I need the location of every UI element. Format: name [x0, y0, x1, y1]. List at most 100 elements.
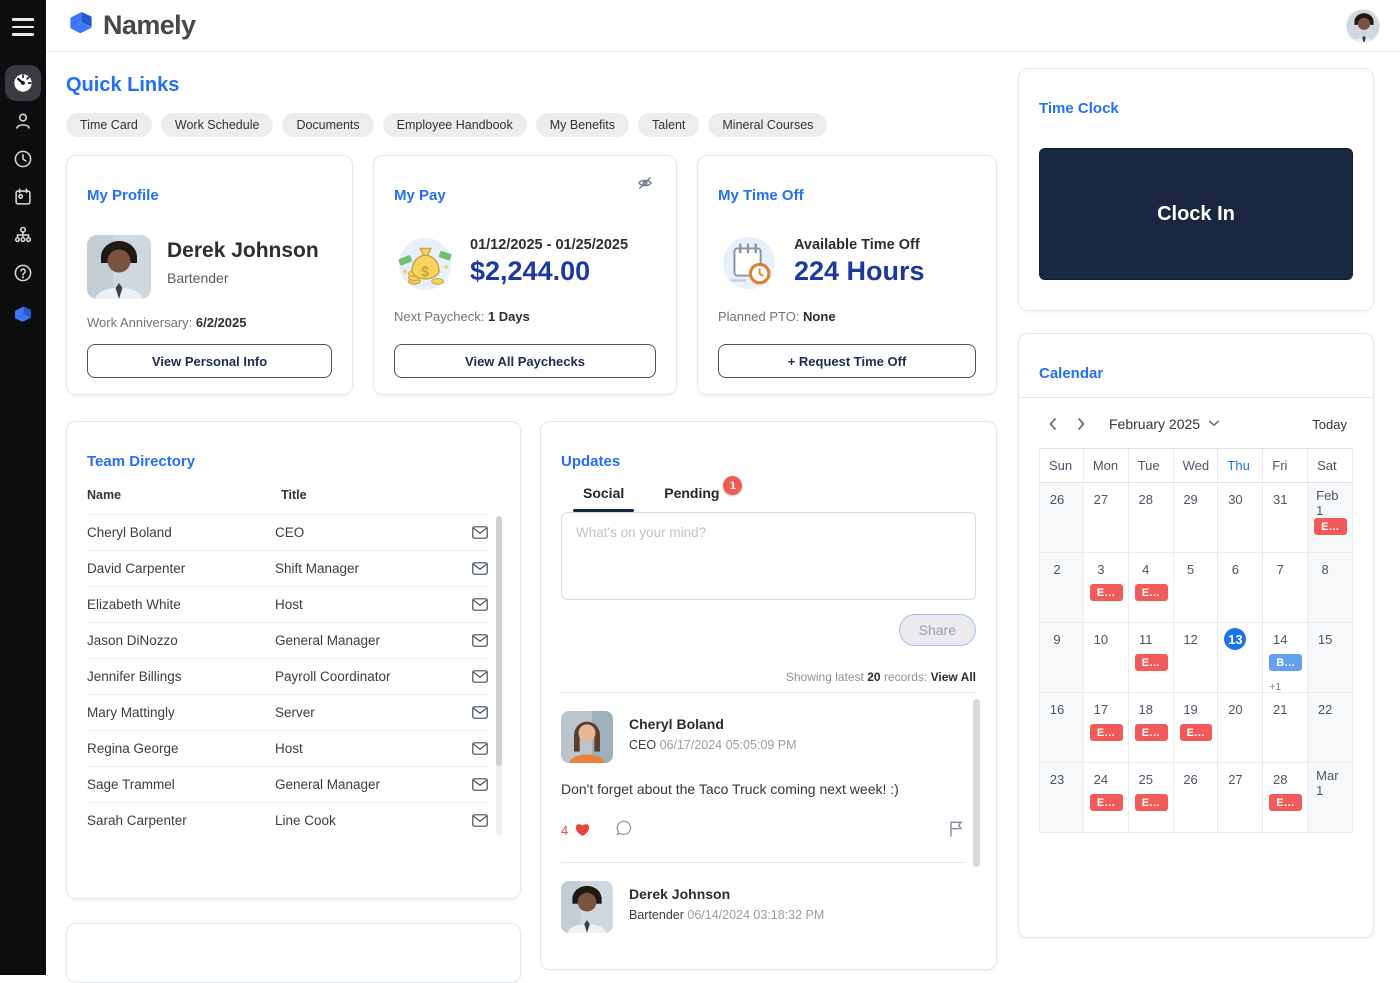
sidebar-item-org[interactable] — [5, 217, 41, 253]
post-composer-input[interactable] — [561, 512, 976, 600]
calendar-day-cell[interactable]: 22 — [1308, 693, 1353, 763]
calendar-day-cell[interactable]: 25 Event — [1128, 763, 1174, 833]
clock-in-button[interactable]: Clock In — [1039, 148, 1353, 280]
calendar-day-cell[interactable]: 20 — [1218, 693, 1264, 763]
post-author-avatar[interactable] — [561, 711, 613, 763]
calendar-day-cell[interactable]: 27 — [1083, 483, 1129, 553]
view-all-link[interactable]: View All — [931, 670, 976, 684]
calendar-day-cell[interactable]: 28 Event — [1263, 763, 1309, 833]
comment-icon[interactable] — [615, 819, 633, 842]
calendar-day-cell[interactable]: 28 — [1128, 483, 1174, 553]
request-timeoff-button[interactable]: + Request Time Off — [718, 344, 976, 378]
event-badge[interactable]: Event — [1089, 584, 1123, 601]
eye-off-icon[interactable] — [634, 172, 656, 197]
quick-link-pill[interactable]: Mineral Courses — [708, 113, 828, 137]
calendar-day-cell[interactable]: 19 Event — [1173, 693, 1219, 763]
quick-link-pill[interactable]: My Benefits — [535, 113, 630, 137]
envelope-icon[interactable] — [472, 670, 488, 683]
calendar-day-cell[interactable]: 23 — [1039, 763, 1084, 833]
event-badge[interactable]: Event — [1089, 724, 1123, 741]
calendar-day-cell[interactable]: 24 Event — [1083, 763, 1129, 833]
sidebar-item-namely[interactable] — [5, 296, 41, 332]
event-badge[interactable]: Event — [1134, 724, 1168, 741]
team-scrollbar-thumb[interactable] — [496, 516, 502, 766]
sidebar-item-schedule[interactable] — [5, 179, 41, 215]
event-badge[interactable]: Event — [1179, 724, 1213, 741]
calendar-day-cell[interactable]: 26 — [1039, 483, 1084, 553]
table-row[interactable]: Jennifer Billings Payroll Coordinator — [87, 658, 488, 694]
calendar-day-cell[interactable]: 27 — [1218, 763, 1264, 833]
envelope-icon[interactable] — [472, 706, 488, 719]
table-row[interactable]: Cheryl Boland CEO — [87, 514, 488, 550]
calendar-day-cell[interactable]: 3 Event — [1083, 553, 1129, 623]
envelope-icon[interactable] — [472, 742, 488, 755]
more-events-link[interactable]: +1 more — [1269, 681, 1302, 692]
envelope-icon[interactable] — [472, 562, 488, 575]
feed-scrollbar-thumb[interactable] — [973, 699, 980, 867]
calendar-day-cell[interactable]: 31 — [1263, 483, 1309, 553]
calendar-day-cell[interactable]: 21 — [1263, 693, 1309, 763]
like-button[interactable]: 4 — [561, 822, 591, 840]
calendar-day-cell[interactable]: 30 — [1218, 483, 1264, 553]
calendar-day-cell[interactable]: 8 — [1308, 553, 1353, 623]
table-row[interactable]: David Carpenter Shift Manager — [87, 550, 488, 586]
table-row[interactable]: Mary Mattingly Server — [87, 694, 488, 730]
chevron-left-icon[interactable] — [1039, 410, 1067, 438]
today-button[interactable]: Today — [1306, 416, 1353, 433]
envelope-icon[interactable] — [472, 526, 488, 539]
table-row[interactable]: Jason DiNozzo General Manager — [87, 622, 488, 658]
calendar-day-cell[interactable]: Feb 1Event — [1308, 483, 1353, 553]
event-badge[interactable]: Event — [1269, 794, 1303, 811]
event-badge[interactable]: Event — [1134, 654, 1168, 671]
quick-link-pill[interactable]: Talent — [638, 113, 700, 137]
post-author-avatar[interactable] — [561, 881, 613, 933]
event-badge[interactable]: Event — [1134, 584, 1168, 601]
envelope-icon[interactable] — [472, 814, 488, 827]
quick-link-pill[interactable]: Documents — [282, 113, 374, 137]
view-all-paychecks-button[interactable]: View All Paychecks — [394, 344, 656, 378]
birthday-badge[interactable]: Birth... — [1269, 654, 1303, 671]
calendar-day-cell[interactable]: 17 Event — [1083, 693, 1129, 763]
flag-icon[interactable] — [948, 820, 964, 842]
envelope-icon[interactable] — [472, 778, 488, 791]
event-badge[interactable]: Event — [1134, 794, 1168, 811]
envelope-icon[interactable] — [472, 634, 488, 647]
share-button[interactable]: Share — [898, 614, 976, 646]
calendar-day-cell[interactable]: 4 Event — [1128, 553, 1174, 623]
table-row[interactable]: Sage Trammel General Manager — [87, 766, 488, 802]
calendar-day-cell[interactable]: 5 — [1173, 553, 1219, 623]
sidebar-item-time[interactable] — [5, 141, 41, 177]
quick-link-pill[interactable]: Time Card — [66, 113, 152, 137]
calendar-day-cell[interactable]: 12 — [1173, 623, 1219, 693]
calendar-day-cell[interactable]: 7 — [1263, 553, 1309, 623]
table-row[interactable]: Regina George Host — [87, 730, 488, 766]
chevron-right-icon[interactable] — [1067, 410, 1095, 438]
table-row[interactable]: Sarah Carpenter Line Cook — [87, 802, 488, 838]
view-personal-info-button[interactable]: View Personal Info — [87, 344, 332, 378]
sidebar-item-help[interactable] — [5, 255, 41, 291]
sidebar-item-dashboard[interactable] — [5, 65, 41, 101]
calendar-day-cell[interactable]: 29 — [1173, 483, 1219, 553]
user-avatar[interactable] — [1346, 8, 1380, 43]
calendar-day-cell[interactable]: 2 — [1039, 553, 1084, 623]
calendar-day-cell[interactable]: 13 — [1218, 623, 1264, 693]
calendar-day-cell[interactable]: 15 — [1308, 623, 1353, 693]
quick-link-pill[interactable]: Work Schedule — [160, 113, 274, 137]
event-badge[interactable]: Event — [1314, 518, 1347, 535]
tab-pending[interactable]: Pending 1 — [664, 476, 743, 512]
quick-link-pill[interactable]: Employee Handbook — [382, 113, 527, 137]
calendar-day-cell[interactable]: 10 — [1083, 623, 1129, 693]
calendar-day-cell[interactable]: 18 Event — [1128, 693, 1174, 763]
sidebar-item-people[interactable] — [5, 103, 41, 139]
table-row[interactable]: Elizabeth White Host — [87, 586, 488, 622]
calendar-day-cell[interactable]: 6 — [1218, 553, 1264, 623]
calendar-day-cell[interactable]: 11 Event — [1128, 623, 1174, 693]
tab-social[interactable]: Social — [572, 485, 635, 512]
envelope-icon[interactable] — [472, 598, 488, 611]
calendar-day-cell[interactable]: 9 — [1039, 623, 1084, 693]
event-badge[interactable]: Event — [1089, 794, 1123, 811]
calendar-day-cell[interactable]: 16 — [1039, 693, 1084, 763]
calendar-day-cell[interactable]: 14 Birth... +1 more — [1263, 623, 1309, 693]
calendar-day-cell[interactable]: 26 — [1173, 763, 1219, 833]
hamburger-icon[interactable] — [6, 12, 40, 42]
